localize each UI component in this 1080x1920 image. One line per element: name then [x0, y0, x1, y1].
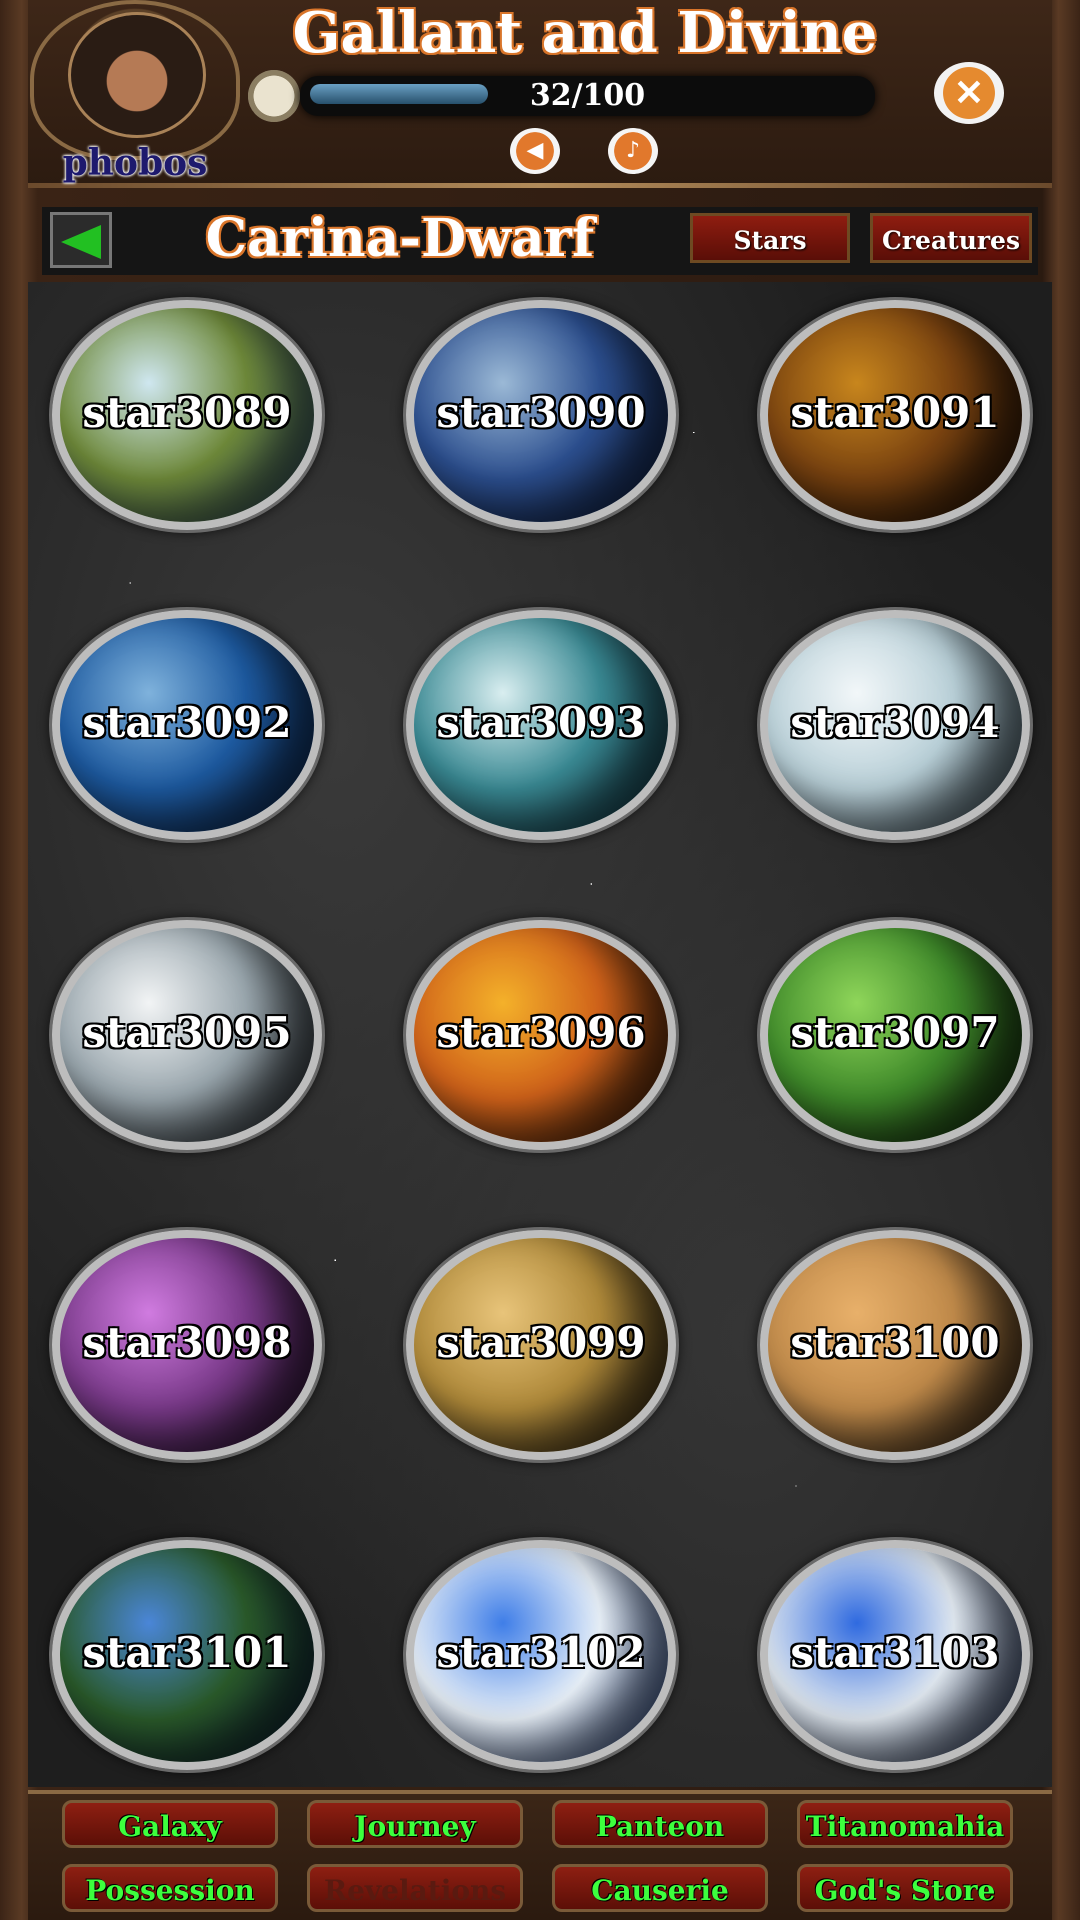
- close-icon[interactable]: ✕: [934, 62, 1004, 124]
- music-icon[interactable]: ♪: [608, 128, 658, 174]
- pocket-watch-icon: [248, 70, 300, 122]
- nav-galaxy[interactable]: Galaxy: [62, 1800, 278, 1848]
- planet-label: star3093: [436, 698, 646, 747]
- nav-possession[interactable]: Possession: [62, 1864, 278, 1912]
- nav-causerie[interactable]: Causerie: [552, 1864, 768, 1912]
- galaxy-name: Carina-Dwarf: [205, 208, 595, 269]
- progress-text: 32/100: [529, 78, 646, 113]
- nav-god-s-store[interactable]: God's Store: [797, 1864, 1013, 1912]
- nav-journey[interactable]: Journey: [307, 1800, 523, 1848]
- planet-label: star3091: [790, 388, 1000, 437]
- tab-creatures[interactable]: Creatures: [870, 213, 1032, 263]
- planet-label: star3096: [436, 1008, 646, 1057]
- nav-titanomahia[interactable]: Titanomahia: [797, 1800, 1013, 1848]
- player-name: phobos: [62, 142, 208, 184]
- avatar-portrait: [68, 12, 206, 138]
- nav-panteon[interactable]: Panteon: [552, 1800, 768, 1848]
- planet-label: star3102: [436, 1628, 646, 1677]
- planet-label: star3095: [82, 1008, 292, 1057]
- tab-stars[interactable]: Stars: [690, 213, 850, 263]
- planet-label: star3101: [82, 1628, 292, 1677]
- player-avatar[interactable]: phobos: [30, 0, 240, 184]
- planet-label: star3103: [790, 1628, 1000, 1677]
- planet-label: star3100: [790, 1318, 1000, 1367]
- planet-label: star3097: [790, 1008, 1000, 1057]
- planet-label: star3089: [82, 388, 292, 437]
- planet-label: star3092: [82, 698, 292, 747]
- game-title: Gallant and Divine: [292, 0, 878, 66]
- back-button[interactable]: [50, 212, 112, 268]
- sound-icon[interactable]: ◀: [510, 128, 560, 174]
- planet-label: star3090: [436, 388, 646, 437]
- nav-revelations: Revelations: [307, 1864, 523, 1912]
- planet-label: star3098: [82, 1318, 292, 1367]
- back-arrow-icon: [61, 225, 101, 259]
- planet-label: star3094: [790, 698, 1000, 747]
- planet-label: star3099: [436, 1318, 646, 1367]
